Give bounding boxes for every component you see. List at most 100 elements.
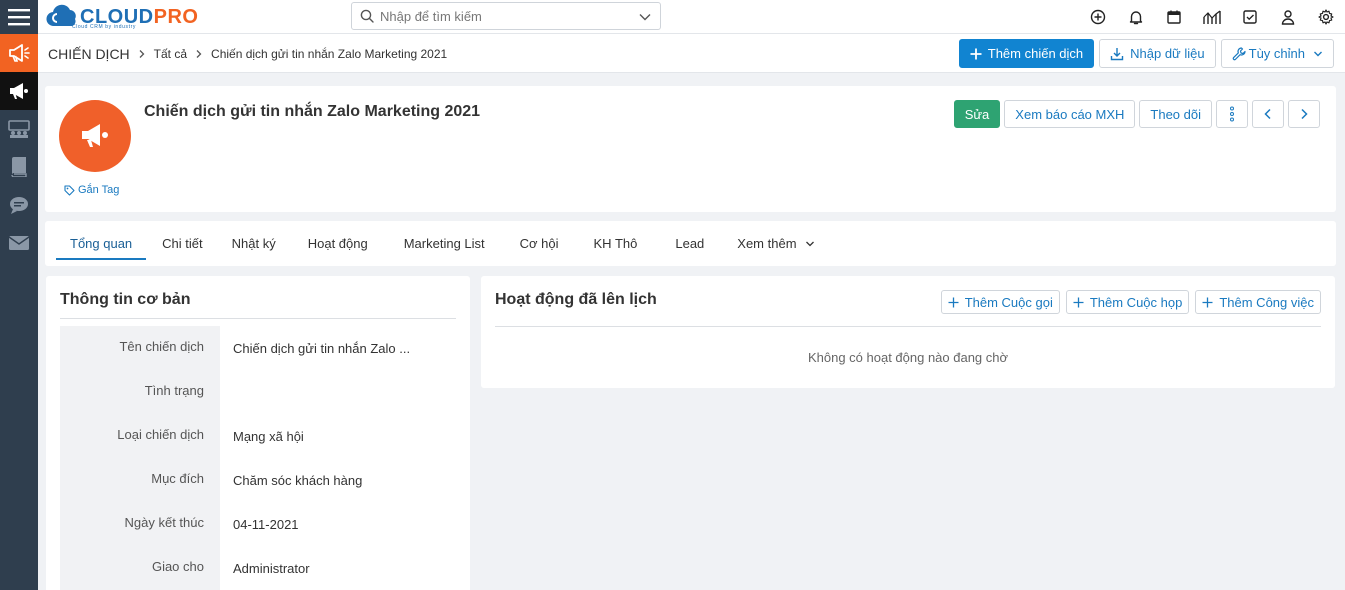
chart-icon bbox=[1203, 10, 1221, 24]
profile-button[interactable] bbox=[1269, 0, 1307, 34]
add-campaign-button[interactable]: Thêm chiến dịch bbox=[958, 39, 1095, 68]
page-actions: Thêm chiến dịch Nhập dữ liệu Tùy chỉnh bbox=[958, 39, 1334, 68]
import-data-button[interactable]: Nhập dữ liệu bbox=[1099, 39, 1216, 68]
chevron-right-icon bbox=[137, 49, 147, 59]
notifications-button[interactable] bbox=[1117, 0, 1155, 34]
megaphone-icon bbox=[9, 44, 30, 62]
tab-details[interactable]: Chi tiết bbox=[146, 221, 217, 266]
tag-icon bbox=[64, 184, 75, 196]
record-tabs: Tổng quan Chi tiết Nhật ký Hoạt động Mar… bbox=[45, 221, 1336, 266]
field-label: Giao cho bbox=[151, 559, 204, 574]
search-icon bbox=[360, 9, 374, 23]
more-actions-button[interactable] bbox=[1216, 100, 1248, 128]
tab-lead[interactable]: Lead bbox=[657, 221, 721, 266]
divider bbox=[495, 326, 1321, 327]
mail-icon bbox=[9, 236, 29, 250]
calendar-icon bbox=[1167, 10, 1181, 24]
previous-record-button[interactable] bbox=[1252, 100, 1284, 128]
activities-title: Hoạt động đã lên lịch bbox=[495, 291, 657, 308]
settings-button[interactable] bbox=[1307, 0, 1345, 34]
rail-item-marketing[interactable] bbox=[0, 34, 38, 72]
more-vertical-icon bbox=[1230, 106, 1234, 122]
divider bbox=[60, 318, 456, 319]
rail-item-knowledge[interactable] bbox=[0, 148, 38, 186]
app-logo[interactable]: CLOUDPRO Cloud CRM by industry bbox=[44, 2, 198, 32]
breadcrumb: CHIẾN DỊCH Tất cả Chiến dịch gửi tin nhắ… bbox=[48, 34, 447, 73]
tab-marketing-list[interactable]: Marketing List bbox=[386, 221, 503, 266]
record-header: Gắn Tag Chiến dịch gửi tin nhắn Zalo Mar… bbox=[45, 86, 1336, 212]
follow-button[interactable]: Theo dõi bbox=[1139, 100, 1212, 128]
add-call-button[interactable]: Thêm Cuộc gọi bbox=[940, 290, 1060, 314]
empty-state-message: Không có hoạt động nào đang chờ bbox=[807, 350, 1009, 365]
tab-raw-customers[interactable]: KH Thô bbox=[578, 221, 658, 266]
plus-icon bbox=[1202, 297, 1213, 308]
logo-tagline: Cloud CRM by industry bbox=[72, 24, 137, 30]
menu-toggle[interactable] bbox=[0, 0, 38, 34]
customize-button[interactable]: Tùy chỉnh bbox=[1220, 39, 1334, 68]
field-campaign-name: Tên chiến dịch Chiến dịch gửi tin nhắn Z… bbox=[60, 326, 456, 370]
plus-icon bbox=[1073, 297, 1084, 308]
field-value[interactable]: Administrator bbox=[233, 561, 310, 576]
next-record-button[interactable] bbox=[1288, 100, 1320, 128]
rail-item-groups[interactable] bbox=[0, 110, 38, 148]
chevron-right-icon bbox=[194, 49, 204, 59]
add-task-button[interactable]: Thêm Công việc bbox=[1195, 290, 1321, 314]
rail-item-campaign[interactable] bbox=[0, 72, 38, 110]
field-campaign-type: Loại chiến dịch Mạng xã hội bbox=[60, 414, 456, 458]
tab-activities[interactable]: Hoạt động bbox=[292, 221, 386, 266]
field-assigned-to: Giao cho Administrator bbox=[60, 546, 456, 590]
basic-info-fields: Tên chiến dịch Chiến dịch gửi tin nhắn Z… bbox=[60, 326, 456, 590]
breadcrumb-module[interactable]: CHIẾN DỊCH bbox=[48, 46, 130, 62]
top-bar: CLOUDPRO Cloud CRM by industry bbox=[38, 0, 1345, 34]
left-rail bbox=[0, 0, 38, 590]
tab-overview[interactable]: Tổng quan bbox=[56, 221, 147, 266]
record-avatar bbox=[59, 100, 131, 172]
tasks-button[interactable] bbox=[1231, 0, 1269, 34]
tab-history[interactable]: Nhật ký bbox=[218, 221, 292, 266]
global-search[interactable] bbox=[351, 2, 661, 30]
field-value[interactable]: Chăm sóc khách hàng bbox=[233, 473, 362, 488]
calendar-button[interactable] bbox=[1155, 0, 1193, 34]
user-icon bbox=[1281, 10, 1295, 25]
chevron-down-icon bbox=[1313, 49, 1323, 59]
add-meeting-button[interactable]: Thêm Cuộc họp bbox=[1065, 290, 1190, 314]
rail-item-chat[interactable] bbox=[0, 186, 38, 224]
field-label: Ngày kết thúc bbox=[124, 515, 205, 530]
field-value[interactable]: Mạng xã hội bbox=[233, 429, 304, 444]
basic-info-title: Thông tin cơ bản bbox=[60, 291, 191, 308]
field-status: Tình trạng bbox=[60, 370, 456, 414]
quick-create-button[interactable] bbox=[1079, 0, 1117, 34]
field-label: Loại chiến dịch bbox=[117, 427, 204, 442]
scheduled-activities-panel: Hoạt động đã lên lịch Thêm Cuộc gọi Thêm… bbox=[481, 276, 1335, 388]
rail-item-mail[interactable] bbox=[0, 224, 38, 262]
megaphone-icon bbox=[82, 124, 108, 147]
tab-opportunities[interactable]: Cơ hội bbox=[503, 221, 578, 266]
plus-icon bbox=[948, 297, 959, 308]
campaign-icon bbox=[10, 83, 28, 99]
basic-info-panel: Thông tin cơ bản Tên chiến dịch Chiến dị… bbox=[46, 276, 470, 590]
group-icon bbox=[8, 120, 30, 138]
social-report-button[interactable]: Xem báo cáo MXH bbox=[1004, 100, 1136, 128]
checkbox-icon bbox=[1243, 10, 1257, 24]
edit-button[interactable]: Sửa bbox=[953, 100, 1001, 128]
add-tag-link[interactable]: Gắn Tag bbox=[64, 184, 119, 196]
wrench-icon bbox=[1232, 46, 1246, 61]
field-end-date: Ngày kết thúc 04-11-2021 bbox=[60, 502, 456, 546]
tab-more[interactable]: Xem thêm bbox=[721, 221, 828, 266]
chevron-down-icon[interactable] bbox=[638, 10, 652, 24]
breadcrumb-bar: CHIẾN DỊCH Tất cả Chiến dịch gửi tin nhắ… bbox=[38, 34, 1345, 73]
field-purpose: Mục đích Chăm sóc khách hàng bbox=[60, 458, 456, 502]
search-input[interactable] bbox=[380, 8, 630, 24]
field-label: Mục đích bbox=[151, 471, 204, 486]
top-icon-bar bbox=[1079, 0, 1345, 34]
breadcrumb-current: Chiến dịch gửi tin nhắn Zalo Marketing 2… bbox=[211, 46, 448, 61]
bell-icon bbox=[1129, 11, 1143, 25]
chevron-left-icon bbox=[1264, 108, 1271, 120]
record-title: Chiến dịch gửi tin nhắn Zalo Marketing 2… bbox=[144, 103, 481, 120]
breadcrumb-all[interactable]: Tất cả bbox=[154, 47, 187, 61]
chat-icon bbox=[10, 197, 28, 214]
field-value[interactable]: Chiến dịch gửi tin nhắn Zalo ... bbox=[233, 341, 410, 356]
reports-button[interactable] bbox=[1193, 0, 1231, 34]
activity-actions: Thêm Cuộc gọi Thêm Cuộc họp Thêm Công vi… bbox=[940, 290, 1321, 314]
field-value[interactable]: 04-11-2021 bbox=[233, 517, 299, 532]
